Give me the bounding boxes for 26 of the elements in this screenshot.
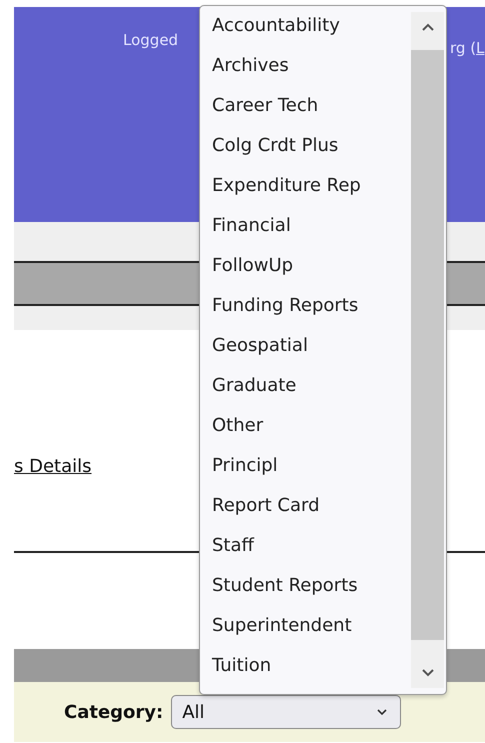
login-text: rg (: [450, 39, 476, 57]
dropdown-option[interactable]: Archives: [212, 46, 411, 86]
dropdown-option[interactable]: Staff: [212, 526, 411, 566]
dropdown-option[interactable]: Accountability: [212, 6, 411, 46]
chevron-down-icon: [376, 708, 388, 716]
dropdown-option[interactable]: Expenditure Rep: [212, 166, 411, 206]
category-select[interactable]: All: [171, 695, 402, 729]
dropdown-option[interactable]: Report Card: [212, 486, 411, 526]
scroll-down-icon[interactable]: [420, 668, 434, 678]
logout-link[interactable]: L: [476, 39, 484, 57]
dropdown-option[interactable]: Other: [212, 406, 411, 446]
dropdown-option[interactable]: Principl: [212, 446, 411, 486]
dropdown-option[interactable]: Funding Reports: [212, 286, 411, 326]
dropdown-option[interactable]: Student Reports: [212, 566, 411, 606]
dropdown-option[interactable]: Superintendent: [212, 606, 411, 646]
category-label: Category:: [64, 702, 164, 722]
dropdown-option[interactable]: Geospatial: [212, 326, 411, 366]
dropdown-option[interactable]: Colg Crdt Plus: [212, 126, 411, 166]
dropdown-option[interactable]: Tuition: [212, 646, 411, 686]
dropdown-option[interactable]: Graduate: [212, 366, 411, 406]
dropdown-option[interactable]: FollowUp: [212, 246, 411, 286]
scroll-up-icon[interactable]: [420, 22, 434, 32]
login-text: Logged: [123, 31, 178, 49]
dropdown-option[interactable]: Career Tech: [212, 86, 411, 126]
details-link[interactable]: s Details: [14, 456, 92, 477]
dropdown-option[interactable]: Financial: [212, 206, 411, 246]
